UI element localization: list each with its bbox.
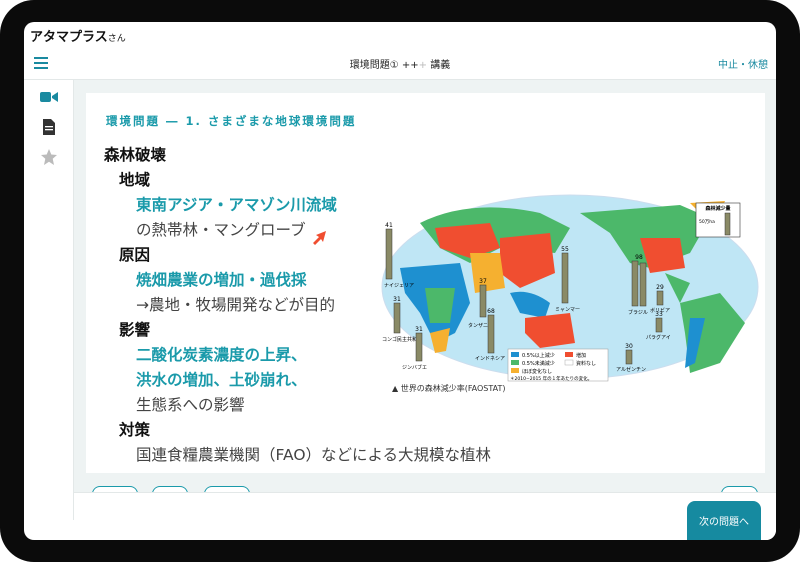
scale-legend-title: 森林減少量 xyxy=(704,205,730,212)
video-icon[interactable] xyxy=(40,88,58,106)
scale-legend-unit: 50万ha xyxy=(699,219,715,225)
country-bar xyxy=(655,317,663,333)
text-line: の熱帯林・マングローブ xyxy=(136,221,306,239)
country-bar-label: ジンバブエ xyxy=(402,364,427,371)
keyword: 東南アジア・アマゾン川流域 xyxy=(136,196,337,214)
country-bar-label: インドネシア xyxy=(475,356,505,362)
country-bar xyxy=(639,262,647,307)
country-bar-value: 37 xyxy=(479,278,487,285)
world-forest-map: 41ナイジェリア 31コンゴ民主共和国 31ジンバブエ 37タンザニア 68イン… xyxy=(381,194,759,382)
country-bar-label: ブラジル xyxy=(628,309,648,316)
legend-swatch xyxy=(564,359,574,366)
subheading: 原因 xyxy=(119,246,151,264)
lesson-title-suffix: 講義 xyxy=(427,60,451,71)
country-bar xyxy=(385,228,393,280)
region-central-africa xyxy=(425,288,455,323)
lesson-title: 環境問題① +++ 講義 xyxy=(24,56,776,71)
lesson-title-main: 環境問題① ++ xyxy=(349,60,419,71)
country-bar xyxy=(479,284,487,318)
document-icon[interactable] xyxy=(40,118,58,136)
country-bar-value: 33 xyxy=(655,311,663,318)
nav-bar: 環境問題① +++ 講義 中止・休憩 xyxy=(24,46,776,80)
bottom-bar: 次の問題へ xyxy=(74,492,776,540)
user-name-text: アタマプラス xyxy=(30,30,108,45)
legend-label: ほぼ変化なし xyxy=(522,368,552,375)
screen: アタマプラスさん 環境問題① +++ 講義 中止・休憩 環境問題 ― 1. さま… xyxy=(24,22,776,540)
next-question-button[interactable]: 次の問題へ xyxy=(687,501,761,540)
country-bar-label: ミャンマー xyxy=(555,307,580,313)
pointer-cursor-icon xyxy=(313,231,326,245)
keyword: 焼畑農業の増加・過伐採 xyxy=(136,271,307,289)
country-bar-value: 98 xyxy=(635,254,643,261)
keyword: 二酸化炭素濃度の上昇、 xyxy=(136,346,307,364)
subheading: 影響 xyxy=(119,321,151,339)
scale-legend: 森林減少量 50万ha xyxy=(695,202,741,238)
text-line: →農地・牧場開発などが目的 xyxy=(136,296,335,314)
legend-label: 増加 xyxy=(576,352,586,359)
subheading: 地域 xyxy=(119,171,151,189)
country-bar-value: 68 xyxy=(487,308,495,315)
country-bar-value: 30 xyxy=(625,343,633,350)
lesson-title-dim: + xyxy=(418,60,428,71)
legend-swatch xyxy=(565,352,573,357)
country-bar xyxy=(625,349,633,365)
region-middle-east xyxy=(470,253,505,293)
map-note: ＊2010−2015 年の１年あたりの変化。 xyxy=(510,375,592,382)
lecture-card: 環境問題 ― 1. さまざまな地球環境問題 森林破壊 地域 東南アジア・アマゾン… xyxy=(86,93,765,473)
country-bar xyxy=(631,260,639,307)
content-area: 環境問題 ― 1. さまざまな地球環境問題 森林破壊 地域 東南アジア・アマゾン… xyxy=(74,80,776,492)
star-icon[interactable] xyxy=(40,148,58,166)
user-name: アタマプラスさん xyxy=(30,26,126,45)
legend-label: 資料なし xyxy=(576,360,596,367)
country-bar-label: アルゼンチン xyxy=(616,366,646,373)
keyword: 洪水の増加、土砂崩れ、 xyxy=(136,371,307,389)
country-bar xyxy=(487,314,495,354)
sidebar xyxy=(24,80,74,520)
subheading: 対策 xyxy=(119,421,151,439)
heading: 森林破壊 xyxy=(104,146,167,164)
country-bar xyxy=(656,290,664,306)
country-bar-value: 29 xyxy=(656,284,664,291)
country-bar-label: パラグアイ xyxy=(646,334,671,341)
legend-swatch xyxy=(511,352,519,357)
country-bar-value: 41 xyxy=(385,222,393,229)
country-bar xyxy=(393,302,401,334)
legend-label: 0.5%以上減少 xyxy=(522,352,555,359)
legend-swatch xyxy=(511,360,519,365)
quit-rest-link[interactable]: 中止・休憩 xyxy=(718,56,768,71)
country-bar-label: ナイジェリア xyxy=(384,283,414,289)
country-bar xyxy=(415,332,423,362)
text-line: 生態系への影響 xyxy=(136,396,245,414)
country-bar xyxy=(561,252,569,304)
text-line: 国連食糧農業機関（FAO）などによる大規模な植林 xyxy=(136,446,492,464)
section-title: 環境問題 ― 1. さまざまな地球環境問題 xyxy=(106,114,357,128)
user-suffix: さん xyxy=(107,34,126,44)
map-caption: ▲ 世界の森林減少率(FAOSTAT) xyxy=(392,384,506,393)
country-bar-value: 31 xyxy=(393,296,401,303)
legend-swatch xyxy=(511,368,519,373)
color-legend: 0.5%以上減少 0.5%未満減少 ほぼ変化なし 増加 資料なし ＊2010−2… xyxy=(507,348,609,382)
country-bar-value: 55 xyxy=(561,246,569,253)
scale-legend-bar xyxy=(724,212,731,236)
country-bar-value: 31 xyxy=(415,326,423,333)
legend-label: 0.5%未満減少 xyxy=(522,360,555,367)
